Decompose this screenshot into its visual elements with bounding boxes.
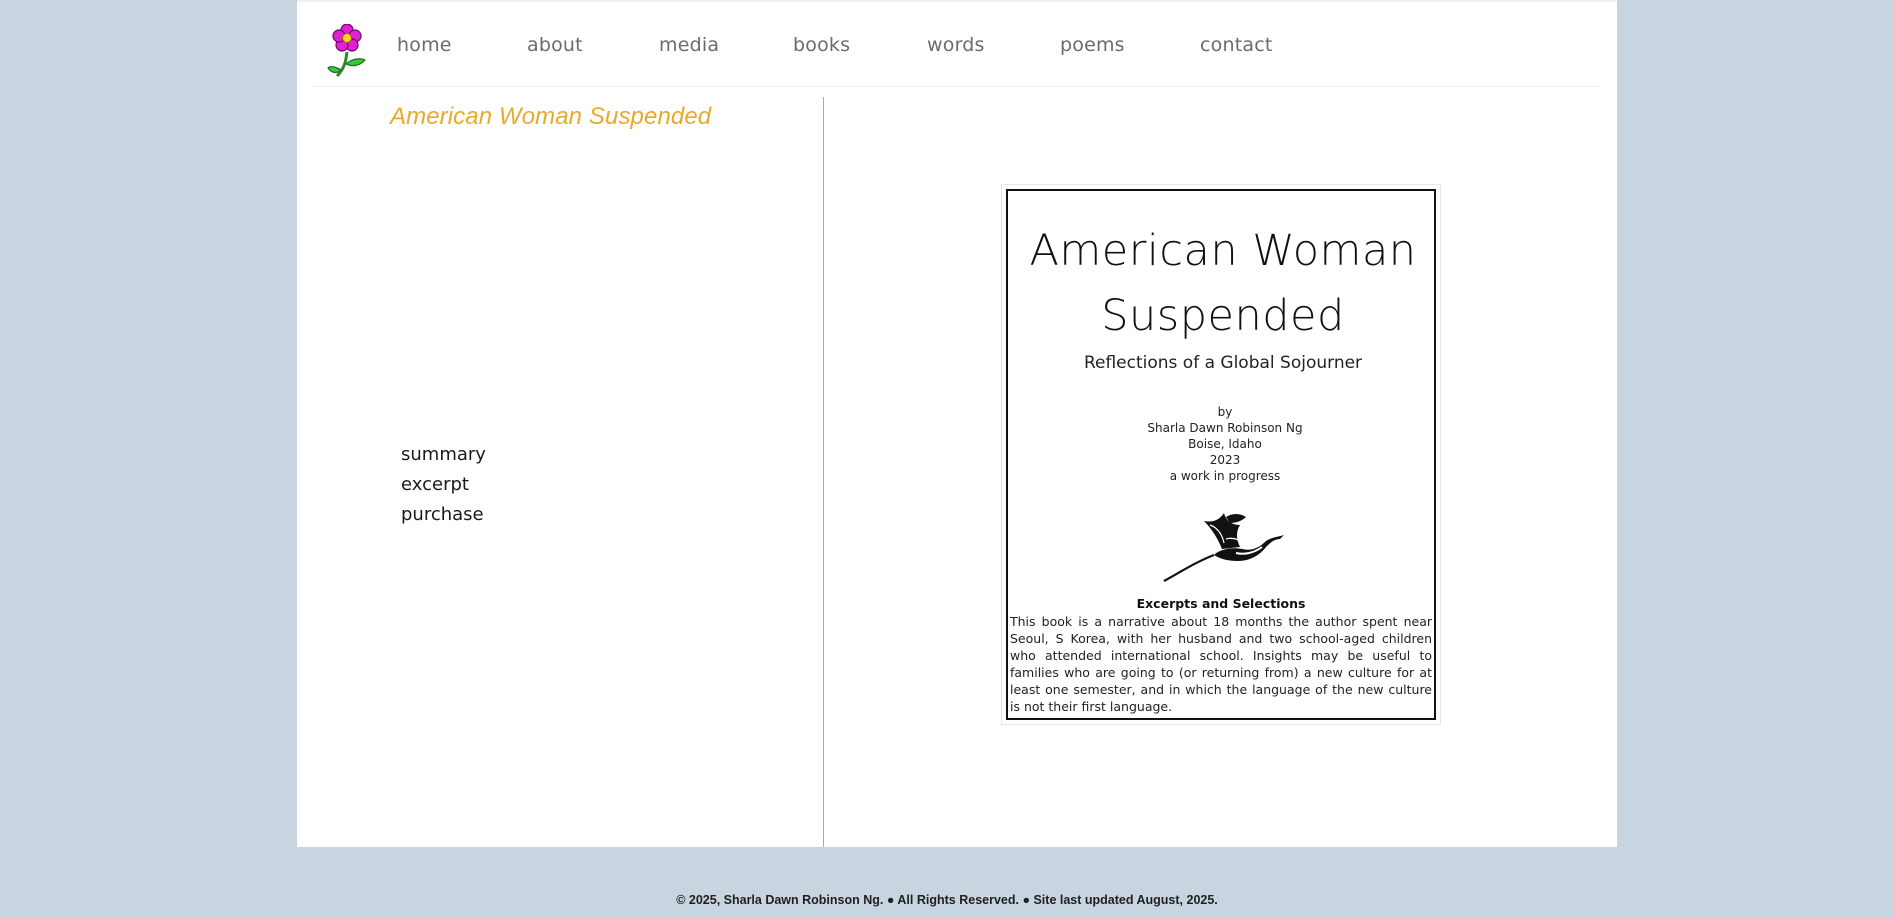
page-container: home about media books words poems conta…: [297, 2, 1617, 847]
nav-poems[interactable]: poems: [1060, 34, 1125, 56]
cover-blurb: This book is a narrative about 18 months…: [1010, 614, 1432, 714]
cover-by: by: [1217, 405, 1233, 419]
column-divider: [823, 97, 824, 847]
nav-books[interactable]: books: [793, 34, 850, 56]
purchase-link[interactable]: purchase: [401, 504, 484, 525]
nav-home[interactable]: home: [397, 34, 452, 56]
book-title: American Woman Suspended: [390, 103, 712, 130]
nav-media[interactable]: media: [659, 34, 719, 56]
cover-status: a work in progress: [1169, 469, 1281, 483]
book-cover[interactable]: American Woman Suspended Reflections of …: [1001, 184, 1441, 725]
nav-contact[interactable]: contact: [1200, 34, 1273, 56]
cover-subtitle: Reflections of a Global Sojourner: [1083, 353, 1363, 373]
cover-heading: Excerpts and Selections: [1136, 596, 1306, 611]
footer-copyright: © 2025, Sharla Dawn Robinson Ng. ● All R…: [676, 893, 1218, 907]
cover-title-line1: American Woman: [1029, 226, 1417, 276]
summary-link[interactable]: summary: [401, 444, 486, 465]
cover-title-line2: Suspended: [1101, 291, 1345, 341]
cover-page: American Woman Suspended Reflections of …: [1006, 189, 1436, 720]
main-nav: home about media books words poems conta…: [297, 2, 1617, 88]
magpie-bird-icon: [1163, 513, 1284, 582]
cover-title: American Woman Suspended: [1008, 219, 1438, 349]
flower-icon[interactable]: [327, 24, 367, 80]
nav-words[interactable]: words: [927, 34, 985, 56]
cover-year: 2023: [1209, 453, 1241, 467]
cover-place: Boise, Idaho: [1188, 437, 1262, 451]
cover-author: Sharla Dawn Robinson Ng: [1147, 421, 1303, 435]
excerpt-link[interactable]: excerpt: [401, 474, 469, 495]
nav-about[interactable]: about: [527, 34, 583, 56]
nav-divider: [313, 86, 1601, 87]
